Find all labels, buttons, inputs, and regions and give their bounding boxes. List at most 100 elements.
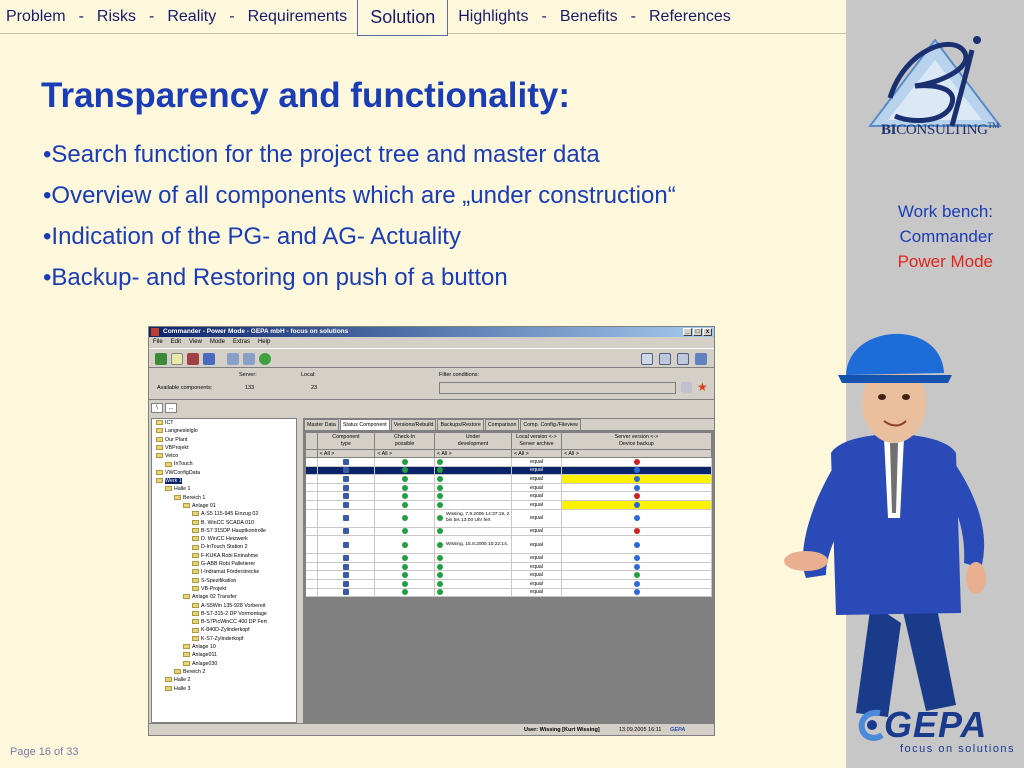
tree-item[interactable]: G-ABB Robi Palletierer bbox=[152, 560, 296, 568]
project-tree[interactable]: ICT Langnesielglo Our Plant VBProjekt Vetco I… bbox=[151, 418, 297, 723]
tree-item[interactable]: ICT bbox=[152, 419, 296, 427]
tree-item[interactable]: Our Plant bbox=[152, 436, 296, 444]
tree-item[interactable]: Halle 3 bbox=[152, 685, 296, 693]
column-filter-select[interactable]: < All > bbox=[562, 450, 712, 457]
table-row[interactable]: equal bbox=[306, 571, 713, 580]
table-row[interactable]: Wissing, 7.9.2005 14:37:19, 2 bin bis 13… bbox=[306, 509, 713, 528]
table-row[interactable]: equal bbox=[306, 466, 713, 476]
menu-view[interactable]: View bbox=[189, 337, 202, 348]
tree-item[interactable]: D. WinCC Heizwerk bbox=[152, 535, 296, 543]
column-filter-select[interactable]: < All > bbox=[512, 450, 563, 457]
tree-item[interactable]: B-S7PicWinCC 400 DP Fert bbox=[152, 618, 296, 626]
menu-mode[interactable]: Mode bbox=[210, 337, 225, 348]
tab-comparison[interactable]: Comparison bbox=[484, 419, 520, 430]
table-row[interactable]: equal bbox=[306, 483, 713, 493]
table-row[interactable]: equal bbox=[306, 588, 713, 598]
nav-item-reality[interactable]: Reality bbox=[161, 8, 222, 26]
tree-item[interactable]: InTouch bbox=[152, 460, 296, 468]
tree-item[interactable]: B-S7 315DP Hauptkontrolle bbox=[152, 527, 296, 535]
folder-icon bbox=[174, 494, 181, 500]
notes-icon[interactable] bbox=[641, 353, 653, 365]
zoom-icon[interactable] bbox=[677, 353, 689, 365]
tree-item[interactable]: A-S5 115-945 Einzug 02 bbox=[152, 510, 296, 518]
tab-backups-restore[interactable]: Backups/Restore bbox=[437, 419, 484, 430]
tab-status-component[interactable]: Status Component bbox=[339, 419, 390, 430]
maximize-button[interactable]: □ bbox=[693, 328, 702, 336]
tree-item[interactable]: Langnesielglo bbox=[152, 427, 296, 435]
column-filter-select[interactable]: < All > bbox=[318, 450, 376, 457]
tree-item[interactable]: Bereich 1 bbox=[152, 494, 296, 502]
grid-column-header[interactable]: Check-In possible bbox=[375, 433, 435, 449]
table-row[interactable]: equal bbox=[306, 527, 713, 537]
window-icon[interactable] bbox=[659, 353, 671, 365]
minimize-button[interactable]: _ bbox=[683, 328, 692, 336]
close-button[interactable]: x bbox=[703, 328, 712, 336]
tree-item[interactable]: A-S5Win 135-928 Vorbereit bbox=[152, 602, 296, 610]
nav-item-risks[interactable]: Risks bbox=[91, 8, 142, 26]
tree-item[interactable]: I-Indramat Förderstrecke bbox=[152, 568, 296, 576]
column-filter-select[interactable]: < All > bbox=[375, 450, 436, 457]
tree-item[interactable]: B-S7-315-2 DP Vormontage bbox=[152, 610, 296, 618]
checkin-icon[interactable] bbox=[155, 353, 167, 365]
refresh-icon[interactable] bbox=[259, 353, 271, 365]
nav-item-references[interactable]: References bbox=[643, 8, 737, 26]
tree-item[interactable]: Halle 2 bbox=[152, 676, 296, 684]
menu-edit[interactable]: Edit bbox=[171, 337, 181, 348]
grid-column-header[interactable]: Local version <-> Server archive bbox=[512, 433, 562, 449]
nav-item-solution[interactable]: Solution bbox=[357, 0, 449, 36]
export-icon[interactable] bbox=[203, 353, 215, 365]
table-row[interactable]: equal bbox=[306, 554, 713, 563]
grid-column-header[interactable]: Component type bbox=[318, 433, 376, 449]
tree-item[interactable]: Halle 1 bbox=[152, 485, 296, 493]
menu-extras[interactable]: Extras bbox=[233, 337, 250, 348]
path-up-button[interactable]: ... bbox=[165, 403, 177, 413]
tree-item[interactable]: VBProjekt bbox=[152, 444, 296, 452]
path-root-button[interactable]: \ bbox=[151, 403, 163, 413]
tree-item[interactable]: S-Spezifikation bbox=[152, 577, 296, 585]
tree-item[interactable]: K-840D-Zylinderkopf bbox=[152, 626, 296, 634]
tree-item[interactable]: Anlage011 bbox=[152, 651, 296, 659]
nav-item-highlights[interactable]: Highlights bbox=[452, 8, 534, 26]
tree-item[interactable]: VB-Projekt bbox=[152, 585, 296, 593]
tree-item[interactable]: B. WinCC SCADA 010 bbox=[152, 519, 296, 527]
tree-item[interactable]: Anlage030 bbox=[152, 660, 296, 668]
search-next-icon[interactable] bbox=[243, 353, 255, 365]
filter-star-icon[interactable]: ★ bbox=[697, 381, 708, 393]
folder-icon bbox=[192, 552, 199, 558]
table-row[interactable]: equal bbox=[306, 562, 713, 572]
tree-item[interactable]: Anlage 10 bbox=[152, 643, 296, 651]
tab-comp-config-fileview[interactable]: Comp. Config./Fileview bbox=[520, 419, 581, 430]
grid-column-header[interactable]: Server version <-> Device backup bbox=[562, 433, 712, 449]
tree-item[interactable]: Bereich 2 bbox=[152, 668, 296, 676]
menu-file[interactable]: File bbox=[153, 337, 163, 348]
filter-input[interactable] bbox=[439, 382, 676, 394]
tree-item[interactable]: Anlage 02 Transfer bbox=[152, 593, 296, 601]
table-row[interactable]: equal bbox=[306, 458, 713, 467]
filter-clear-icon[interactable] bbox=[681, 382, 692, 393]
table-row[interactable]: equal bbox=[306, 500, 713, 510]
server-version-cell bbox=[562, 579, 713, 588]
tab-versions-rebuild[interactable]: Versions/Rebuild bbox=[390, 419, 437, 430]
tools-icon[interactable] bbox=[695, 353, 707, 365]
table-row[interactable]: equal bbox=[306, 579, 713, 589]
tree-item[interactable]: D-InTouch Station 2 bbox=[152, 543, 296, 551]
nav-item-requirements[interactable]: Requirements bbox=[242, 8, 354, 26]
tree-item[interactable]: Werk 1 bbox=[152, 477, 296, 485]
table-row[interactable]: equal bbox=[306, 475, 713, 484]
grid-column-header[interactable]: Under development bbox=[435, 433, 512, 449]
tree-item[interactable]: Anlage 01 bbox=[152, 502, 296, 510]
tree-item[interactable]: Vetco bbox=[152, 452, 296, 460]
tree-item[interactable]: K-S7-Zylinderkopf bbox=[152, 635, 296, 643]
edit-icon[interactable] bbox=[171, 353, 183, 365]
print-icon[interactable] bbox=[187, 353, 199, 365]
nav-item-problem[interactable]: Problem bbox=[0, 8, 72, 26]
table-row[interactable]: equal bbox=[306, 492, 713, 501]
nav-item-benefits[interactable]: Benefits bbox=[554, 8, 624, 26]
column-filter-select[interactable]: < All > bbox=[435, 450, 512, 457]
tree-item[interactable]: VWConfigData bbox=[152, 469, 296, 477]
table-row[interactable]: Wissing, 15.8.2005 10:22:14, equal bbox=[306, 536, 713, 555]
tab-master-data[interactable]: Master Data bbox=[304, 419, 339, 430]
menu-help[interactable]: Help bbox=[258, 337, 270, 348]
tree-item[interactable]: F-KUKA Robi Entnahme bbox=[152, 552, 296, 560]
search-icon[interactable] bbox=[227, 353, 239, 365]
